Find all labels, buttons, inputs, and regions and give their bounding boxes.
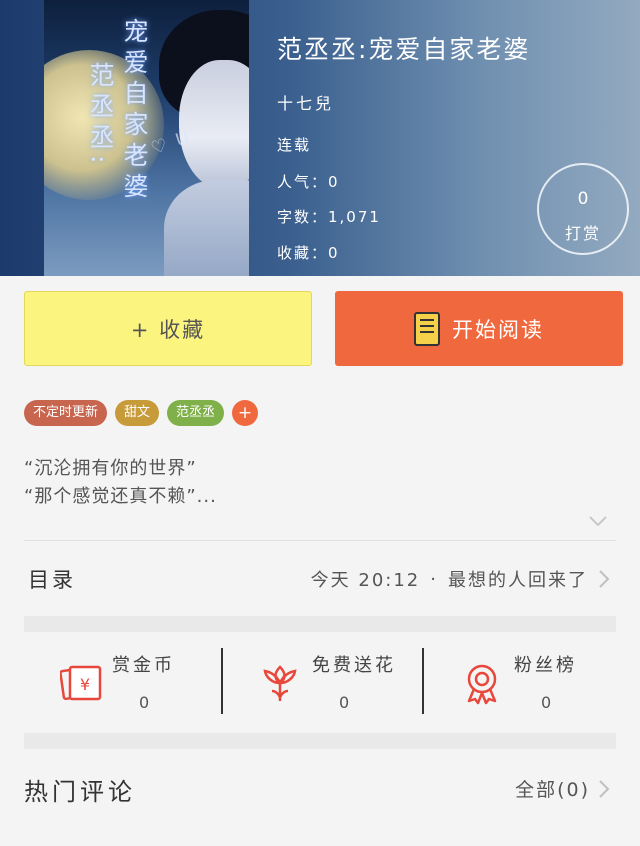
catalog-latest-link[interactable]: 今天 20:12 · 最想的人回来了 [311, 566, 610, 592]
book-author[interactable]: 十七兒 [277, 90, 334, 114]
flower-icon [263, 665, 297, 701]
medal-icon [467, 664, 497, 705]
section-band [24, 616, 616, 632]
chevron-right-icon [599, 570, 610, 588]
cover-title-column-1: 宠爱自家老婆 [120, 18, 149, 204]
svg-text:¥: ¥ [80, 675, 90, 694]
add-tag-button[interactable]: + [232, 400, 259, 426]
add-to-favorites-label: + 收藏 [130, 317, 206, 342]
red-envelope-icon: ¥ [60, 665, 102, 701]
all-comments-label: 全部(0) [515, 779, 590, 801]
chevron-down-icon[interactable] [588, 514, 608, 528]
stat-label: 免费送花 [312, 655, 396, 676]
gold-coin-reward[interactable]: ¥ 赏金币 0 [24, 645, 210, 715]
stat-value: 0 [339, 693, 350, 712]
tip-count: 0 [577, 189, 589, 209]
tag-item[interactable]: 不定时更新 [24, 400, 108, 426]
stat-label: 赏金币 [112, 655, 175, 676]
fan-ranking[interactable]: 粉丝榜 0 [426, 645, 612, 715]
stat-separator [221, 648, 223, 714]
free-flower[interactable]: 免费送花 0 [224, 645, 410, 715]
tip-label: 打赏 [564, 224, 601, 243]
divider [24, 540, 616, 541]
book-popularity: 人气：0 [277, 173, 340, 191]
book-cover[interactable]: 宠爱自家老婆 范丞丞: I ♡ U [44, 0, 249, 276]
catalog-latest-chapter: 最想的人回来了 [448, 570, 588, 591]
stat-separator [422, 648, 424, 714]
start-reading-label: 开始阅读 [452, 317, 544, 342]
stat-value: 0 [541, 693, 552, 712]
book-favorites: 收藏：0 [277, 244, 340, 262]
catalog-label: 目录 [28, 568, 76, 592]
catalog-separator: · [430, 568, 438, 590]
description-line: “那个感觉还真不赖”... [24, 486, 217, 507]
all-comments-link[interactable]: 全部(0) [515, 775, 610, 802]
section-band [24, 733, 616, 749]
tag-list: 不定时更新 甜文 范丞丞 + [24, 400, 259, 426]
cover-figure-face [179, 60, 249, 190]
stat-label: 粉丝榜 [514, 655, 577, 676]
cover-figure-body [164, 180, 249, 276]
chevron-right-icon [599, 779, 610, 798]
stat-value: 0 [139, 693, 150, 712]
cover-title-column-2: 范丞丞: [86, 62, 115, 170]
tip-button[interactable]: 0 打赏 [537, 163, 629, 255]
tag-item[interactable]: 范丞丞 [167, 400, 225, 426]
catalog-update-time: 今天 20:12 [310, 570, 421, 591]
book-description: “沉沦拥有你的世界” “那个感觉还真不赖”... [24, 455, 217, 511]
hot-comments-title: 热门评论 [24, 778, 136, 806]
add-to-favorites-button[interactable]: + 收藏 [24, 291, 312, 366]
description-line: “沉沦拥有你的世界” [24, 458, 197, 479]
book-word-count: 字数：1,071 [277, 208, 381, 226]
start-reading-button[interactable]: 开始阅读 [335, 291, 623, 366]
tag-item[interactable]: 甜文 [115, 400, 160, 426]
book-title: 范丞丞:宠爱自家老婆 [277, 35, 531, 64]
book-status: 连载 [277, 136, 312, 154]
book-icon [414, 311, 440, 346]
book-header: 宠爱自家老婆 范丞丞: I ♡ U 范丞丞:宠爱自家老婆 十七兒 连载 人气：0… [0, 0, 640, 276]
